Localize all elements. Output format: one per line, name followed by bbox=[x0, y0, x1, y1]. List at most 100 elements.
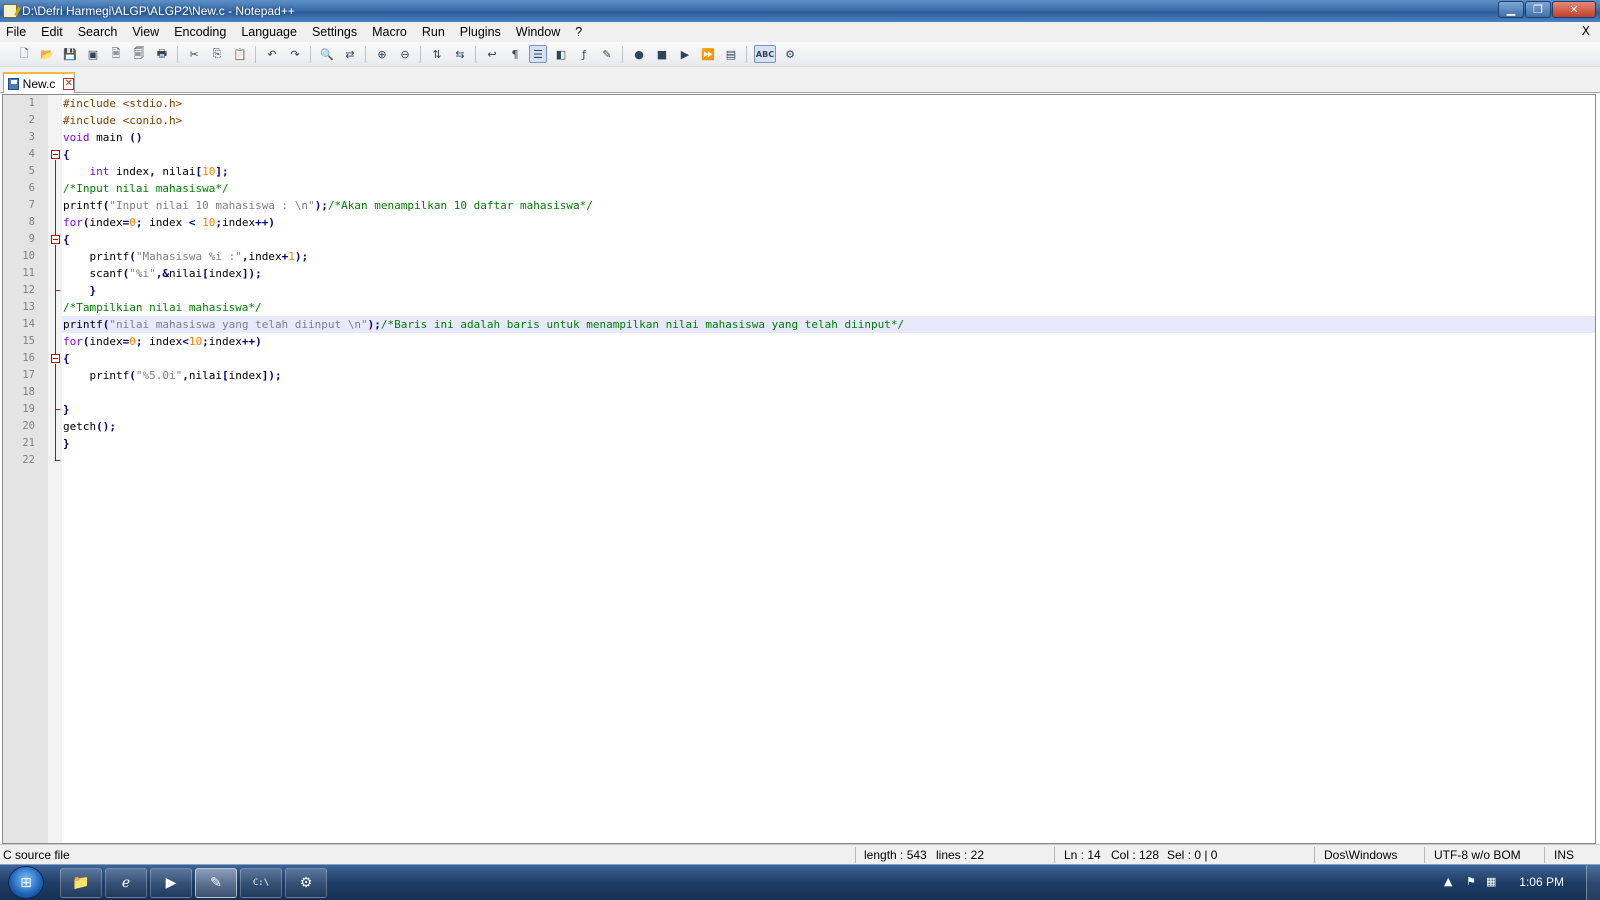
replace-icon[interactable]: ⇄ bbox=[341, 45, 359, 63]
code-editor[interactable]: 1 2 3 4 5 6 7 8 9 10 11 12 13 14 15 16 17 18 19 20 21 22 #inc… bbox=[2, 94, 1596, 844]
code-area[interactable]: #include <stdio.h> #include <conio.h> void… bbox=[62, 95, 1595, 843]
zoom-in-icon[interactable]: ⊕ bbox=[373, 45, 391, 63]
find-icon[interactable]: 🔍 bbox=[318, 45, 336, 63]
menu-run[interactable]: Run bbox=[414, 25, 452, 39]
new-file-icon[interactable]: 🗋 bbox=[15, 45, 33, 63]
indent-guide-icon[interactable]: ☰ bbox=[529, 45, 547, 63]
plugin-icon[interactable]: ⚙ bbox=[781, 45, 799, 63]
code-line[interactable]: } bbox=[62, 435, 1595, 452]
zoom-out-icon[interactable]: ⊖ bbox=[396, 45, 414, 63]
code-line[interactable]: { bbox=[62, 350, 1595, 367]
code-line[interactable]: int index, nilai[10]; bbox=[62, 163, 1595, 180]
code-line[interactable]: /*Input nilai mahasiswa*/ bbox=[62, 180, 1595, 197]
code-line[interactable]: for(index=0; index < 10;index++) bbox=[62, 214, 1595, 231]
menu-help[interactable]: ? bbox=[567, 25, 589, 39]
print-icon[interactable]: 🖶 bbox=[153, 45, 171, 63]
notepadpp-app-icon[interactable] bbox=[3, 4, 17, 18]
menu-edit[interactable]: Edit bbox=[33, 25, 70, 39]
macro-play-icon[interactable]: ▶ bbox=[676, 45, 694, 63]
code-token: "Mahasiswa %i :" bbox=[135, 250, 242, 263]
code-line[interactable]: printf("Input nilai 10 mahasiswa : \n");… bbox=[62, 197, 1595, 214]
code-line[interactable]: for(index=0; index<10;index++) bbox=[62, 333, 1595, 350]
menu-view[interactable]: View bbox=[124, 25, 166, 39]
compiler-taskbar-icon[interactable]: ⚙ bbox=[285, 868, 327, 898]
redo-icon[interactable]: ↷ bbox=[286, 45, 304, 63]
document-map-icon[interactable]: ◧ bbox=[552, 45, 570, 63]
line-number-gutter[interactable]: 1 2 3 4 5 6 7 8 9 10 11 12 13 14 15 16 17 18 19 20 21 22 bbox=[3, 95, 48, 843]
title-bar[interactable]: D:\Defri Harmegi\ALGP\ALGP2\New.c - Note… bbox=[0, 0, 1600, 22]
cut-icon[interactable]: ✂ bbox=[185, 45, 203, 63]
code-line[interactable]: #include <stdio.h> bbox=[62, 95, 1595, 112]
menu-macro[interactable]: Macro bbox=[364, 25, 414, 39]
close-window-button[interactable]: ✕ bbox=[1552, 1, 1596, 18]
code-line[interactable]: printf("%5.0i",nilai[index]); bbox=[62, 367, 1595, 384]
status-line-number: Ln : 14 bbox=[1064, 848, 1101, 862]
show-all-chars-icon[interactable]: ¶ bbox=[506, 45, 524, 63]
save-icon[interactable]: 💾 bbox=[61, 45, 79, 63]
code-line[interactable]: scanf("%i",&nilai[index]); bbox=[62, 265, 1595, 282]
word-wrap-icon[interactable]: ↩ bbox=[483, 45, 501, 63]
ie-taskbar-icon[interactable]: ℯ bbox=[105, 868, 147, 898]
undo-icon[interactable]: ↶ bbox=[263, 45, 281, 63]
code-line[interactable]: #include <conio.h> bbox=[62, 112, 1595, 129]
menu-plugins[interactable]: Plugins bbox=[452, 25, 508, 39]
line-number: 21 bbox=[22, 437, 35, 449]
folder-workspace-icon[interactable]: ✎ bbox=[598, 45, 616, 63]
code-line[interactable]: } bbox=[62, 282, 1595, 299]
fold-toggle-icon[interactable] bbox=[51, 150, 60, 159]
copy-icon[interactable]: ⎘ bbox=[208, 45, 226, 63]
maximize-button[interactable]: ❐ bbox=[1525, 1, 1551, 18]
fold-toggle-icon[interactable] bbox=[51, 354, 60, 363]
notepadpp-taskbar-icon[interactable]: ✎ bbox=[195, 868, 237, 898]
code-line[interactable] bbox=[62, 384, 1595, 401]
line-number: 8 bbox=[28, 216, 35, 228]
save-all-icon[interactable]: ▣ bbox=[84, 45, 102, 63]
toolbar-separator bbox=[177, 45, 178, 63]
cmd-taskbar-icon[interactable]: C:\ bbox=[240, 868, 282, 898]
code-token: [ bbox=[202, 267, 209, 280]
code-line[interactable]: } bbox=[62, 401, 1595, 418]
minimize-button[interactable]: ▁ bbox=[1498, 1, 1524, 18]
macro-save-icon[interactable]: ▤ bbox=[722, 45, 740, 63]
show-desktop-button[interactable] bbox=[1586, 865, 1600, 900]
code-line[interactable]: getch(); bbox=[62, 418, 1595, 435]
macro-record-icon[interactable]: ● bbox=[630, 45, 648, 63]
tab-new-c[interactable]: New.c ✕ bbox=[3, 72, 75, 93]
start-button[interactable]: ⊞ bbox=[8, 866, 44, 899]
close-file-icon[interactable]: 🗎 bbox=[107, 45, 125, 63]
explorer-taskbar-icon[interactable]: 📁 bbox=[60, 868, 102, 898]
open-file-icon[interactable]: 📂 bbox=[38, 45, 56, 63]
sync-horizontal-icon[interactable]: ⇆ bbox=[451, 45, 469, 63]
menu-search[interactable]: Search bbox=[70, 25, 125, 39]
menu-window[interactable]: Window bbox=[508, 25, 567, 39]
code-line[interactable]: printf("nilai mahasiswa yang telah diinp… bbox=[62, 316, 1595, 333]
spell-check-icon[interactable]: ABC bbox=[754, 45, 776, 63]
menu-language[interactable]: Language bbox=[233, 25, 304, 39]
tray-overflow-arrow-icon[interactable]: ▲ bbox=[1444, 875, 1452, 888]
code-token: (); bbox=[96, 420, 116, 433]
code-line[interactable]: { bbox=[62, 146, 1595, 163]
fold-toggle-icon[interactable] bbox=[51, 235, 60, 244]
close-all-icon[interactable]: 🗐 bbox=[130, 45, 148, 63]
network-icon[interactable]: ▦ bbox=[1486, 875, 1496, 888]
code-token: /*Input nilai mahasiswa*/ bbox=[63, 182, 229, 195]
function-list-icon[interactable]: ƒ bbox=[575, 45, 593, 63]
macro-play-multiple-icon[interactable]: ⏩ bbox=[699, 45, 717, 63]
menu-file[interactable]: File bbox=[0, 25, 33, 39]
code-line[interactable]: void main () bbox=[62, 129, 1595, 146]
action-center-flag-icon[interactable]: ⚑ bbox=[1466, 875, 1476, 888]
close-document-button[interactable]: X bbox=[1582, 24, 1590, 38]
media-player-taskbar-icon[interactable]: ▶ bbox=[150, 868, 192, 898]
sync-vertical-icon[interactable]: ⇅ bbox=[428, 45, 446, 63]
code-line[interactable]: { bbox=[62, 231, 1595, 248]
code-line[interactable]: /*Tampilkian nilai mahasiswa*/ bbox=[62, 299, 1595, 316]
menu-settings[interactable]: Settings bbox=[304, 25, 364, 39]
tab-close-button[interactable]: ✕ bbox=[63, 77, 74, 90]
taskbar-clock[interactable]: 1:06 PM bbox=[1519, 875, 1564, 889]
macro-stop-icon[interactable]: ■ bbox=[653, 45, 671, 63]
code-line[interactable] bbox=[62, 452, 1595, 469]
code-line[interactable]: printf("Mahasiswa %i :",index+1); bbox=[62, 248, 1595, 265]
paste-icon[interactable]: 📋 bbox=[231, 45, 249, 63]
menu-encoding[interactable]: Encoding bbox=[166, 25, 233, 39]
